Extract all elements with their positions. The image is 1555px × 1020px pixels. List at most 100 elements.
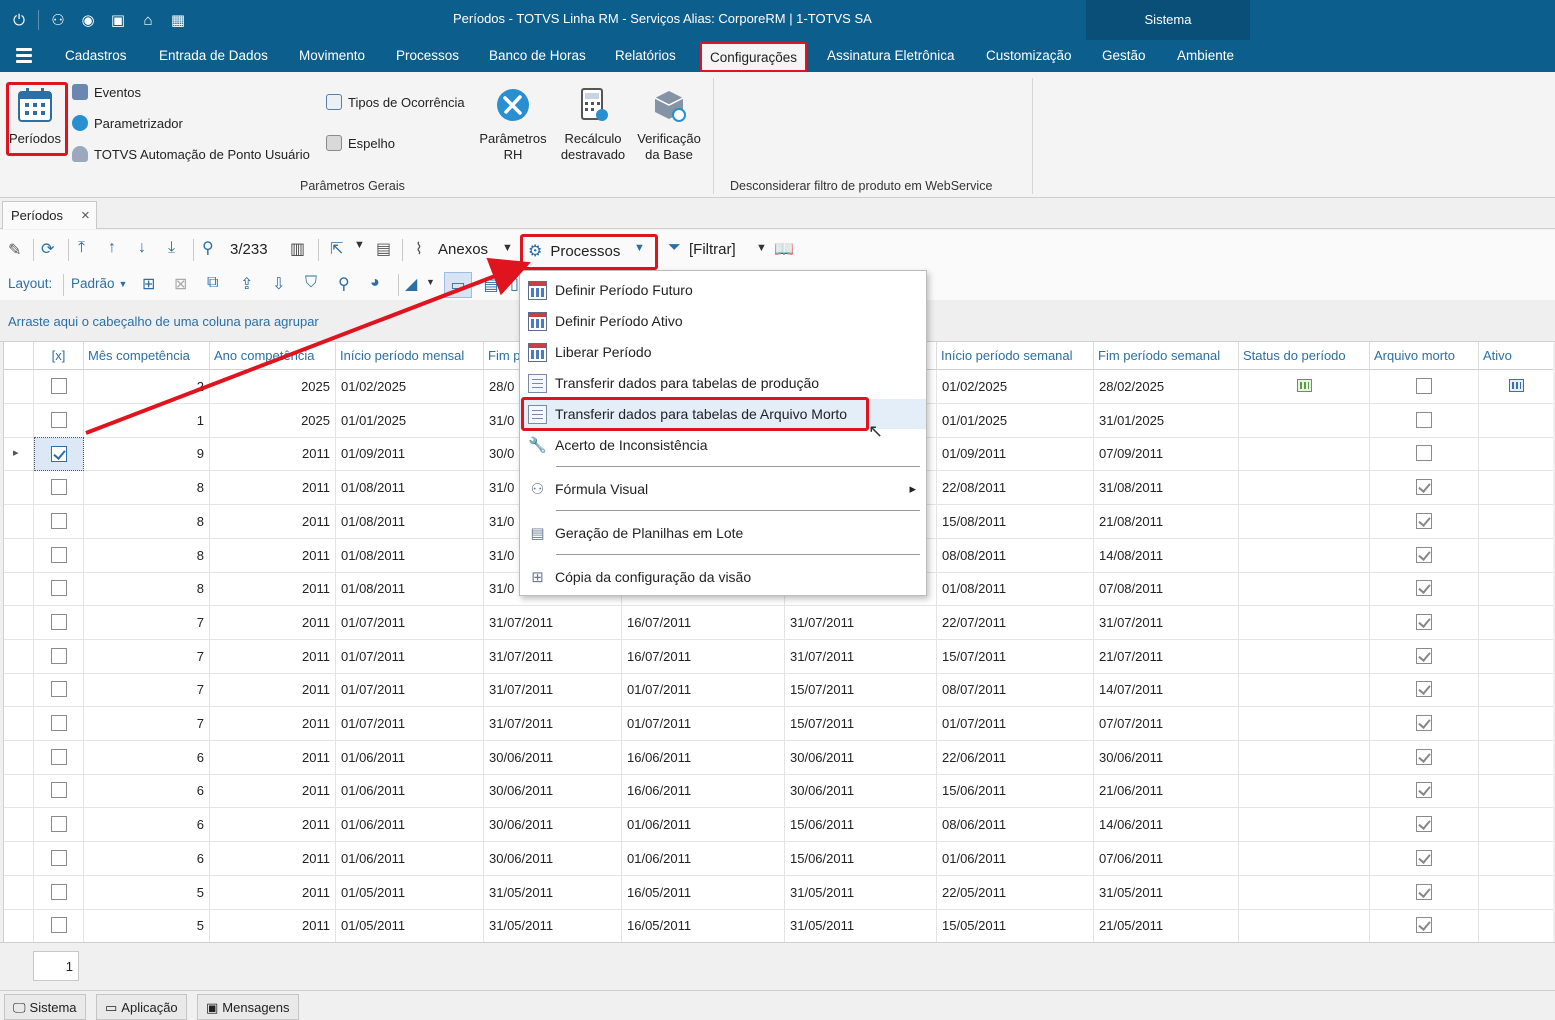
arquivo-morto-checkbox[interactable] bbox=[1416, 479, 1432, 496]
dropdown-item[interactable]: Definir Período Futuro bbox=[520, 275, 926, 305]
pin-icon[interactable]: ⚲ bbox=[338, 274, 350, 294]
arquivo-morto-checkbox[interactable] bbox=[1416, 378, 1432, 394]
dropdown-item[interactable]: Liberar Período bbox=[520, 337, 926, 367]
delete-icon[interactable]: ⊠ bbox=[174, 274, 187, 294]
tree-icon[interactable]: ⚇ bbox=[47, 9, 69, 31]
status-mensagens-button[interactable]: ▣ Mensagens bbox=[197, 994, 299, 1020]
menu-relatorios[interactable]: Relatórios bbox=[615, 48, 676, 63]
first-record-icon[interactable]: ⤒ bbox=[78, 239, 85, 257]
row-select-checkbox[interactable] bbox=[50, 613, 67, 630]
document-icon[interactable]: ▤ bbox=[376, 239, 391, 259]
parametros-rh-button[interactable]: Parâmetros RH bbox=[476, 86, 550, 163]
row-select-checkbox[interactable] bbox=[51, 446, 67, 463]
arquivo-morto-checkbox[interactable] bbox=[1416, 748, 1432, 765]
menu-processos[interactable]: Processos bbox=[396, 48, 459, 63]
home-icon[interactable]: ⌂ bbox=[137, 9, 159, 31]
anexos-button[interactable]: Anexos bbox=[438, 241, 488, 258]
columns-icon[interactable]: ▥ bbox=[290, 239, 305, 259]
row-select-checkbox[interactable] bbox=[50, 546, 67, 563]
recalculo-button[interactable]: Recálculo destravado bbox=[555, 86, 631, 163]
close-icon[interactable]: × bbox=[81, 207, 90, 224]
row-select-checkbox[interactable] bbox=[50, 917, 67, 934]
row-select-checkbox[interactable] bbox=[50, 378, 67, 394]
page-input[interactable]: 1 bbox=[33, 951, 79, 981]
row-select-checkbox[interactable] bbox=[50, 748, 67, 765]
arquivo-morto-checkbox[interactable] bbox=[1416, 681, 1432, 698]
next-record-icon[interactable]: ↓ bbox=[138, 239, 146, 257]
arquivo-morto-checkbox[interactable] bbox=[1416, 782, 1432, 799]
paint-icon[interactable]: ⛉ bbox=[305, 274, 317, 292]
table-row[interactable]: 7 2011 01/07/2011 31/07/2011 01/07/2011 15/07… bbox=[4, 673, 1553, 708]
row-select-checkbox[interactable] bbox=[50, 580, 67, 597]
power-icon[interactable]: ⏻ bbox=[8, 9, 30, 31]
column-header[interactable]: Início período semanal bbox=[937, 342, 1094, 370]
column-header[interactable]: Fim período semanal bbox=[1094, 342, 1239, 370]
table-row[interactable]: 6 2011 01/06/2011 30/06/2011 01/06/2011 15/06… bbox=[4, 841, 1553, 876]
column-header[interactable]: Ativo bbox=[1479, 342, 1553, 370]
status-sistema-button[interactable]: 🖵 Sistema bbox=[4, 994, 86, 1020]
arquivo-morto-checkbox[interactable] bbox=[1416, 580, 1432, 597]
import-icon[interactable]: ⧉ bbox=[207, 274, 218, 292]
row-select-checkbox[interactable] bbox=[50, 782, 67, 799]
row-select-checkbox[interactable] bbox=[50, 715, 67, 731]
row-select-checkbox[interactable] bbox=[50, 816, 67, 833]
row-select-checkbox[interactable] bbox=[50, 681, 67, 698]
arquivo-morto-checkbox[interactable] bbox=[1416, 849, 1432, 866]
column-header[interactable]: Mês competência bbox=[84, 342, 210, 370]
arquivo-morto-checkbox[interactable] bbox=[1416, 512, 1432, 529]
upload-icon[interactable]: ⇪ bbox=[240, 274, 253, 294]
row-select-checkbox[interactable] bbox=[50, 411, 67, 428]
table-row[interactable]: 6 2011 01/06/2011 30/06/2011 01/06/2011 15/06… bbox=[4, 808, 1553, 843]
table-row[interactable]: 5 2011 01/05/2011 31/05/2011 16/05/2011 31/05… bbox=[4, 909, 1553, 942]
dropdown-item[interactable]: ▤ Geração de Planilhas em Lote bbox=[520, 518, 926, 548]
row-select-checkbox[interactable] bbox=[50, 647, 67, 664]
chevron-down-icon[interactable]: ▼ bbox=[426, 277, 435, 287]
add-icon[interactable]: ⊞ bbox=[142, 274, 155, 294]
view-split-icon[interactable]: ▤ bbox=[477, 272, 505, 298]
arquivo-morto-checkbox[interactable] bbox=[1416, 411, 1432, 428]
menu-customizacao[interactable]: Customização bbox=[986, 48, 1072, 63]
arquivo-morto-checkbox[interactable] bbox=[1416, 613, 1432, 630]
menu-cadastros[interactable]: Cadastros bbox=[65, 48, 127, 63]
arquivo-morto-checkbox[interactable] bbox=[1416, 546, 1432, 563]
menu-gestao[interactable]: Gestão bbox=[1102, 48, 1146, 63]
export-icon[interactable]: ⇱ bbox=[330, 239, 343, 259]
column-header[interactable]: Arquivo morto bbox=[1370, 342, 1479, 370]
tab-periodos[interactable]: Períodos × bbox=[2, 201, 97, 229]
filter-icon[interactable]: ⏷ bbox=[668, 239, 681, 257]
arquivo-morto-checkbox[interactable] bbox=[1416, 715, 1432, 731]
status-aplicacao-button[interactable]: ▭ Aplicação bbox=[96, 994, 187, 1020]
menu-movimento[interactable]: Movimento bbox=[299, 48, 365, 63]
arquivo-morto-checkbox[interactable] bbox=[1416, 917, 1432, 934]
table-row[interactable]: 6 2011 01/06/2011 30/06/2011 16/06/2011 30/06… bbox=[4, 774, 1553, 809]
column-header[interactable]: [x] bbox=[34, 342, 84, 370]
automacao-button[interactable]: TOTVS Automação de Ponto Usuário bbox=[72, 146, 310, 162]
chevron-down-icon[interactable]: ▼ bbox=[756, 242, 767, 254]
layout-select[interactable]: Padrão ▼ bbox=[71, 276, 127, 291]
eye-icon[interactable]: ◉ bbox=[77, 9, 99, 31]
column-header[interactable]: Início período mensal bbox=[336, 342, 484, 370]
table-row[interactable]: 7 2011 01/07/2011 31/07/2011 16/07/2011 31/07… bbox=[4, 639, 1553, 674]
chart-icon[interactable]: ◢ bbox=[405, 274, 417, 294]
previous-record-icon[interactable]: ↑ bbox=[108, 239, 116, 257]
dropdown-item[interactable]: Definir Período Ativo bbox=[520, 306, 926, 336]
edit-icon[interactable]: ✎ bbox=[8, 240, 21, 260]
row-select-checkbox[interactable] bbox=[50, 883, 67, 900]
menu-ambiente[interactable]: Ambiente bbox=[1177, 48, 1234, 63]
menu-assinatura[interactable]: Assinatura Eletrônica bbox=[827, 48, 955, 63]
dropdown-item[interactable]: 🔧 Acerto de Inconsistência bbox=[520, 430, 926, 460]
espelho-button[interactable]: Espelho bbox=[326, 135, 395, 151]
row-select-checkbox[interactable] bbox=[50, 479, 67, 496]
table-row[interactable]: 7 2011 01/07/2011 31/07/2011 16/07/2011 31/07… bbox=[4, 605, 1553, 640]
column-header[interactable]: Status do período bbox=[1239, 342, 1370, 370]
column-header[interactable]: Ano competência bbox=[210, 342, 336, 370]
paperclip-icon[interactable]: ⌇ bbox=[415, 239, 423, 259]
eventos-button[interactable]: Eventos bbox=[72, 84, 141, 100]
chevron-down-icon[interactable]: ▼ bbox=[502, 242, 513, 254]
window-icon[interactable]: ▣ bbox=[107, 9, 129, 31]
arquivo-morto-checkbox[interactable] bbox=[1416, 883, 1432, 900]
refresh-icon[interactable]: ⟳ bbox=[41, 239, 54, 259]
table-row[interactable]: 6 2011 01/06/2011 30/06/2011 16/06/2011 30/06… bbox=[4, 740, 1553, 775]
color-icon[interactable]: ◕ bbox=[370, 274, 380, 292]
table-row[interactable]: 7 2011 01/07/2011 31/07/2011 01/07/2011 15/07… bbox=[4, 707, 1553, 741]
